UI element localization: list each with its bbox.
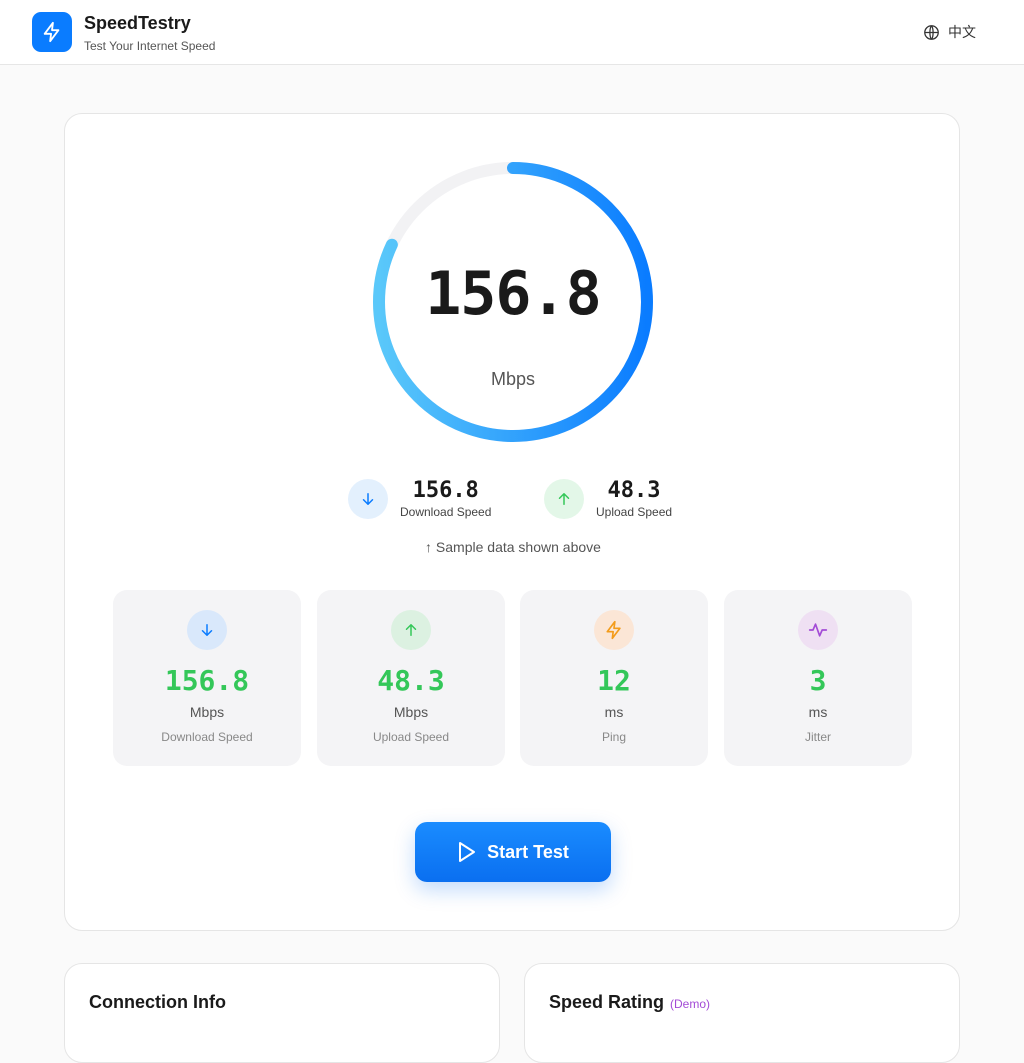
gauge-unit: Mbps — [490, 369, 535, 389]
upload-summary-label: Upload Speed — [596, 505, 673, 519]
play-icon — [459, 842, 476, 862]
language-switcher[interactable]: 中文 — [923, 22, 976, 42]
upload-summary: 48.3 Upload Speed — [544, 478, 672, 519]
stat-icon-badge — [187, 610, 227, 650]
download-summary: 156.8 Download Speed — [348, 478, 491, 519]
stat-card-upload: 48.3 Mbps Upload Speed — [317, 590, 505, 766]
gauge-value: 156.8 — [425, 259, 602, 329]
stat-unit: Mbps — [393, 704, 429, 720]
language-label: 中文 — [948, 24, 976, 40]
stat-icon-badge — [798, 610, 838, 650]
upload-icon-badge — [544, 478, 584, 519]
app-logo — [32, 12, 72, 52]
sample-data-note: ↑ Sample data shown above — [425, 539, 601, 555]
connection-info-panel: Connection Info — [64, 963, 500, 1063]
speed-test-card: 156.8 Mbps 156.8 Download Speed 48.3 Upl… — [64, 113, 960, 931]
globe-icon — [924, 24, 939, 40]
arrow-down-icon — [201, 624, 213, 636]
app-header: SpeedTestry Test Your Internet Speed 中文 — [0, 0, 1024, 65]
stat-unit: ms — [808, 704, 828, 720]
activity-icon — [808, 623, 828, 637]
demo-badge: (Demo) — [670, 997, 711, 1011]
stat-value: 12 — [597, 664, 631, 697]
stat-unit: Mbps — [189, 704, 225, 720]
arrow-down-icon — [362, 492, 374, 505]
stat-card-ping: 12 ms Ping — [520, 590, 708, 766]
stat-card-download: 156.8 Mbps Download Speed — [113, 590, 301, 766]
lightning-icon — [43, 21, 60, 43]
stat-card-jitter: 3 ms Jitter — [724, 590, 912, 766]
app-tagline: Test Your Internet Speed — [84, 39, 216, 53]
download-summary-value: 156.8 — [412, 478, 479, 503]
arrow-up-icon — [405, 624, 417, 636]
stat-value: 156.8 — [164, 664, 250, 697]
start-test-button[interactable]: Start Test — [415, 822, 611, 882]
stat-icon-badge — [594, 610, 634, 650]
speed-rating-title: Speed Rating — [549, 992, 665, 1012]
download-icon-badge — [348, 478, 388, 519]
stat-value: 48.3 — [377, 664, 445, 697]
start-test-label: Start Test — [487, 841, 569, 862]
upload-summary-value: 48.3 — [607, 478, 661, 503]
speed-gauge: 156.8 Mbps — [371, 160, 655, 444]
stat-label: Ping — [601, 730, 627, 744]
stat-label: Jitter — [804, 730, 831, 744]
speed-rating-panel: Speed Rating (Demo) — [524, 963, 960, 1063]
stat-icon-badge — [391, 610, 431, 650]
download-summary-label: Download Speed — [400, 505, 492, 519]
speed-rating-heading: Speed Rating (Demo) — [549, 992, 710, 1013]
arrow-up-icon — [558, 492, 570, 505]
connection-info-title: Connection Info — [89, 992, 226, 1012]
stat-label: Upload Speed — [372, 730, 450, 744]
lightning-icon — [606, 620, 621, 640]
app-name: SpeedTestry — [84, 13, 191, 33]
stat-label: Download Speed — [161, 730, 253, 744]
stat-value: 3 — [809, 664, 827, 697]
stat-unit: ms — [604, 704, 624, 720]
